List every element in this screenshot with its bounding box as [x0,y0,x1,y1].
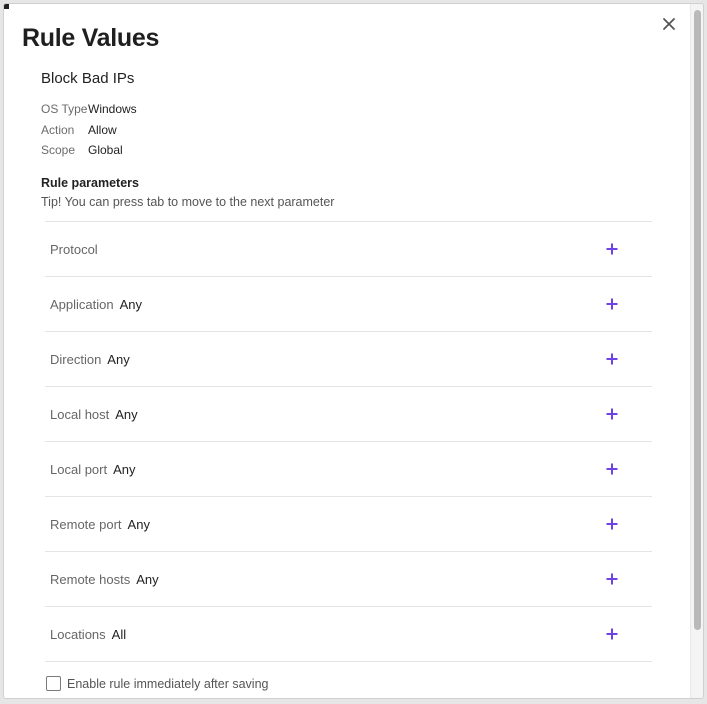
param-name: Local host [50,407,110,422]
param-value: All [111,627,127,642]
add-remote-port-button[interactable] [602,514,622,534]
param-row-remote-port: Remote port Any [45,497,652,552]
param-name: Application [50,297,114,312]
add-protocol-button[interactable] [602,239,622,259]
param-value: Any [127,517,150,532]
rule-parameters-heading: Rule parameters [41,176,139,190]
enable-rule-label: Enable rule immediately after saving [67,676,269,691]
meta-scope-value: Global [88,143,123,157]
plus-icon [606,573,618,585]
enable-rule-option[interactable]: Enable rule immediately after saving [46,676,269,691]
plus-icon [606,353,618,365]
param-value: Any [113,462,136,477]
param-value: Any [136,572,159,587]
meta-os-type: OS TypeWindows [41,102,137,116]
add-direction-button[interactable] [602,349,622,369]
meta-action-value: Allow [88,123,117,137]
param-row-remote-hosts: Remote hosts Any [45,552,652,607]
meta-os-type-label: OS Type [41,102,88,116]
param-name: Direction [50,352,102,367]
plus-icon [606,518,618,530]
param-row-locations: Locations All [45,607,652,662]
add-remote-hosts-button[interactable] [602,569,622,589]
param-name: Remote hosts [50,572,131,587]
param-row-protocol: Protocol [45,222,652,277]
close-icon [663,18,675,30]
close-button[interactable] [659,14,679,34]
meta-action: Action Allow [41,123,117,137]
parameter-list: Protocol Application Any Direction Any Loc… [45,221,652,662]
add-local-port-button[interactable] [602,459,622,479]
dialog-title: Rule Values [22,24,160,52]
param-value: Any [119,297,143,312]
param-name: Local port [50,462,108,477]
rule-values-dialog: Rule Values Block Bad IPs OS TypeWindows… [4,4,703,698]
param-row-application: Application Any [45,277,652,332]
param-row-direction: Direction Any [45,332,652,387]
plus-icon [606,463,618,475]
param-label: Remote port Any [50,517,150,532]
param-label: Locations All [50,627,126,642]
param-label: Remote hosts Any [50,572,159,587]
param-label: Application Any [50,297,142,312]
rule-name: Block Bad IPs [41,70,135,87]
meta-scope: Scope Global [41,143,123,157]
param-label: Local port Any [50,462,136,477]
param-name: Remote port [50,517,122,532]
param-value: Any [107,352,130,367]
param-row-local-port: Local port Any [45,442,652,497]
meta-scope-label: Scope [41,143,76,157]
meta-os-type-value: Windows [88,102,137,116]
enable-rule-checkbox[interactable] [46,676,61,691]
param-label: Direction Any [50,352,130,367]
plus-icon [606,243,618,255]
add-local-host-button[interactable] [602,404,622,424]
param-value: Any [115,407,138,422]
scrollbar-track[interactable] [690,4,703,698]
param-name: Locations [50,627,106,642]
corner-mark [4,4,9,9]
param-name: Protocol [50,242,98,257]
meta-action-label: Action [41,123,75,137]
param-label: Local host Any [50,407,138,422]
param-row-local-host: Local host Any [45,387,652,442]
plus-icon [606,298,618,310]
plus-icon [606,628,618,640]
plus-icon [606,408,618,420]
scrollbar-thumb[interactable] [694,10,701,630]
rule-parameters-tip: Tip! You can press tab to move to the ne… [41,195,335,209]
add-locations-button[interactable] [602,624,622,644]
add-application-button[interactable] [602,294,622,314]
param-label: Protocol [50,242,104,257]
